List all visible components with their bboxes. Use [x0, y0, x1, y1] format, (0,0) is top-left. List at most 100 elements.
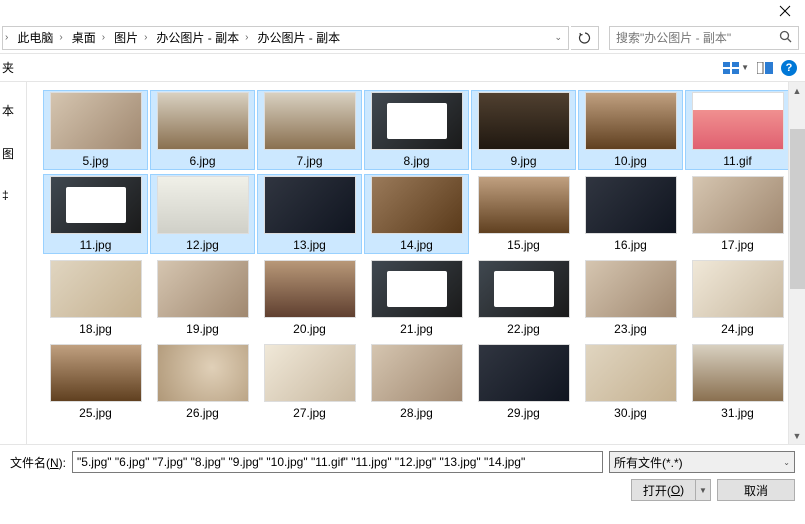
thumbnail-image: [585, 260, 677, 318]
file-thumbnail[interactable]: 17.jpg: [685, 174, 790, 254]
thumbnail-image: [585, 176, 677, 234]
thumbnail-image: [692, 344, 784, 402]
breadcrumb-item[interactable]: 办公图片 - 副本: [149, 27, 243, 49]
breadcrumb-item[interactable]: 桌面: [65, 27, 100, 49]
breadcrumb-item[interactable]: 办公图片 - 副本: [250, 27, 344, 49]
file-thumbnail[interactable]: 27.jpg: [257, 342, 362, 422]
filetype-select[interactable]: 所有文件(*.*) ⌄: [609, 451, 795, 473]
chevron-down-icon: ⌄: [783, 458, 790, 467]
thumbnail-image: [157, 344, 249, 402]
thumbnail-image: [371, 344, 463, 402]
file-thumbnail[interactable]: 26.jpg: [150, 342, 255, 422]
file-thumbnail[interactable]: 19.jpg: [150, 258, 255, 338]
help-button[interactable]: ?: [781, 60, 797, 76]
thumbnail-image: [157, 176, 249, 234]
thumbnail-label: 16.jpg: [614, 238, 647, 252]
thumbnail-label: 14.jpg: [400, 238, 433, 252]
file-grid[interactable]: 5.jpg 6.jpg 7.jpg8.jpg9.jpg 10.jpg 11.gif 11.…: [27, 82, 805, 444]
thumbnail-label: 18.jpg: [79, 322, 112, 336]
search-icon[interactable]: [779, 30, 792, 46]
file-thumbnail[interactable]: 8.jpg: [364, 90, 469, 170]
thumbnail-image: [50, 92, 142, 150]
sidebar-item[interactable]: 图: [2, 145, 14, 162]
thumbnail-image: [371, 92, 463, 150]
file-thumbnail[interactable]: 6.jpg: [150, 90, 255, 170]
sidebar: 本 图 ‡: [0, 82, 27, 444]
search-box[interactable]: [609, 26, 799, 50]
thumbnail-image: [157, 260, 249, 318]
thumbnail-label: 6.jpg: [189, 154, 215, 168]
thumbnail-image: [692, 260, 784, 318]
file-thumbnail[interactable]: 12.jpg: [150, 174, 255, 254]
thumbnail-image: [692, 176, 784, 234]
refresh-button[interactable]: [571, 26, 599, 50]
sidebar-item[interactable]: 本: [2, 102, 14, 119]
file-thumbnail[interactable]: 5.jpg: [43, 90, 148, 170]
thumbnail-label: 21.jpg: [400, 322, 433, 336]
scroll-thumb[interactable]: [790, 129, 805, 289]
breadcrumb-item[interactable]: 图片: [107, 27, 142, 49]
thumbnail-label: 19.jpg: [186, 322, 219, 336]
file-thumbnail[interactable]: 11.gif: [685, 90, 790, 170]
file-thumbnail[interactable]: 23.jpg: [578, 258, 683, 338]
thumbnail-label: 25.jpg: [79, 406, 112, 420]
scrollbar-vertical[interactable]: ▲ ▼: [788, 82, 805, 444]
refresh-icon: [578, 31, 592, 45]
open-button[interactable]: 打开(O): [631, 479, 695, 501]
chevron-down-icon[interactable]: ⌄: [548, 32, 568, 43]
file-thumbnail[interactable]: 13.jpg: [257, 174, 362, 254]
filetype-value: 所有文件(*.*): [614, 454, 683, 471]
filename-input[interactable]: [72, 451, 603, 473]
file-thumbnail[interactable]: 30.jpg: [578, 342, 683, 422]
search-input[interactable]: [616, 31, 779, 45]
file-thumbnail[interactable]: 11.jpg: [43, 174, 148, 254]
sidebar-item[interactable]: ‡: [2, 188, 9, 202]
thumbnail-image: [50, 176, 142, 234]
thumbnail-label: 29.jpg: [507, 406, 540, 420]
chevron-right-icon: ›: [57, 32, 64, 43]
thumbnail-label: 11.jpg: [80, 238, 112, 252]
file-thumbnail[interactable]: 25.jpg: [43, 342, 148, 422]
preview-pane-button[interactable]: [757, 62, 773, 74]
thumbnail-image: [157, 92, 249, 150]
file-thumbnail[interactable]: 16.jpg: [578, 174, 683, 254]
thumbnail-image: [264, 344, 356, 402]
file-thumbnail[interactable]: 29.jpg: [471, 342, 576, 422]
breadcrumb-item[interactable]: 此电脑: [10, 27, 57, 49]
thumbnail-label: 5.jpg: [82, 154, 108, 168]
thumbnail-image: [264, 92, 356, 150]
thumbnail-image: [264, 260, 356, 318]
file-thumbnail[interactable]: 20.jpg: [257, 258, 362, 338]
thumbnail-image: [478, 92, 570, 150]
close-icon: [779, 5, 791, 17]
scroll-down-button[interactable]: ▼: [789, 427, 805, 444]
file-thumbnail[interactable]: 21.jpg: [364, 258, 469, 338]
file-thumbnail[interactable]: 22.jpg: [471, 258, 576, 338]
thumbnail-label: 17.jpg: [721, 238, 754, 252]
file-thumbnail[interactable]: 24.jpg: [685, 258, 790, 338]
cancel-button[interactable]: 取消: [717, 479, 795, 501]
close-button[interactable]: [765, 0, 805, 22]
file-thumbnail[interactable]: 18.jpg: [43, 258, 148, 338]
open-dropdown-button[interactable]: ▼: [695, 479, 711, 501]
thumbnail-image: [371, 176, 463, 234]
thumbnail-image: [585, 344, 677, 402]
file-thumbnail[interactable]: 14.jpg: [364, 174, 469, 254]
file-thumbnail[interactable]: 10.jpg: [578, 90, 683, 170]
thumbnail-label: 28.jpg: [400, 406, 433, 420]
thumbnail-image: [478, 260, 570, 318]
view-mode-button[interactable]: ▼: [723, 62, 749, 74]
file-thumbnail[interactable]: 7.jpg: [257, 90, 362, 170]
file-thumbnail[interactable]: 15.jpg: [471, 174, 576, 254]
file-thumbnail[interactable]: 28.jpg: [364, 342, 469, 422]
thumbnail-label: 10.jpg: [614, 154, 647, 168]
chevron-down-icon: ▼: [741, 63, 749, 72]
file-thumbnail[interactable]: 31.jpg: [685, 342, 790, 422]
breadcrumb[interactable]: › 此电脑 › 桌面 › 图片 › 办公图片 - 副本 › 办公图片 - 副本 …: [2, 26, 569, 50]
thumbnail-image: [692, 92, 784, 150]
thumbnail-label: 12.jpg: [186, 238, 219, 252]
file-thumbnail[interactable]: 9.jpg: [471, 90, 576, 170]
thumbnails-icon: [723, 62, 739, 74]
scroll-up-button[interactable]: ▲: [789, 82, 805, 99]
filename-label: 文件名(N):: [10, 454, 66, 471]
